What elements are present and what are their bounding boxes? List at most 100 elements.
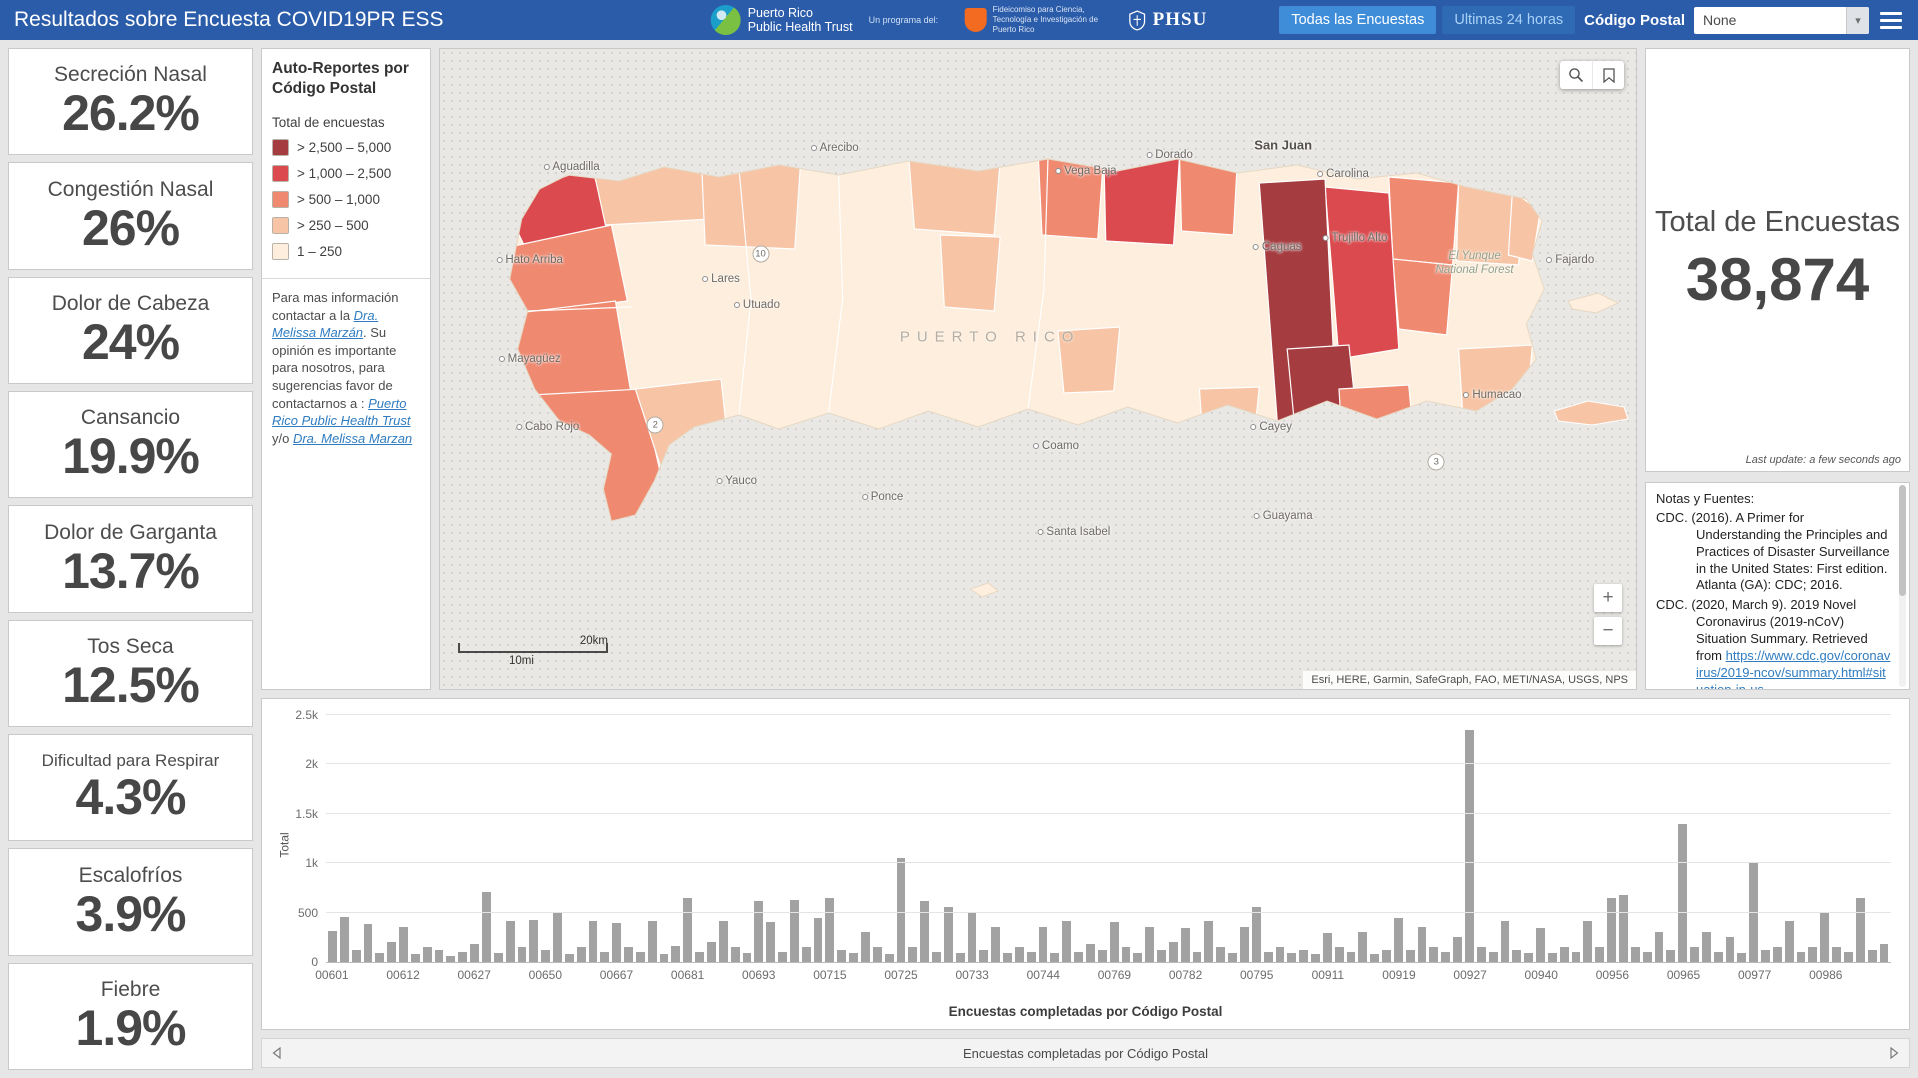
chevron-left-icon[interactable] [272,1047,281,1059]
chart-bar[interactable] [1418,927,1427,962]
chart-bar[interactable] [1453,937,1462,962]
chart-bar[interactable] [1240,927,1249,962]
hamburger-menu-icon[interactable] [1878,10,1904,31]
chart-bar[interactable] [1122,947,1131,962]
chart-bar[interactable] [506,921,515,962]
chart-bar[interactable] [518,947,527,962]
chart-bar[interactable] [1465,730,1474,962]
postal-code-select[interactable]: None ▾ [1694,7,1869,34]
chart-bar[interactable] [1714,952,1723,962]
chart-bar[interactable] [328,931,337,962]
chart-bar[interactable] [577,947,586,962]
chart-bar[interactable] [707,942,716,962]
chart-bar[interactable] [683,898,692,962]
chart-bar[interactable] [1607,898,1616,962]
chart-bar[interactable] [1394,918,1403,962]
chart-bar[interactable] [375,953,384,962]
chart-bar[interactable] [1512,950,1521,962]
chart-bar[interactable] [814,918,823,962]
chart-bar[interactable] [541,950,550,962]
chart-bar[interactable] [1086,944,1095,962]
chart-bar[interactable] [1489,952,1498,962]
chart-bar[interactable] [1323,933,1332,962]
chart-bar[interactable] [1820,913,1829,962]
chart-bar[interactable] [991,927,1000,962]
chart-bar[interactable] [1441,952,1450,962]
chart-bar[interactable] [1690,947,1699,962]
chart-bar[interactable] [1773,947,1782,962]
chart-bar[interactable] [825,898,834,962]
chart-bar[interactable] [1264,952,1273,962]
notes-scrollbar-thumb[interactable] [1899,485,1906,596]
chart-bar[interactable] [1726,937,1735,962]
chart-bar[interactable] [1524,953,1533,962]
chart-bar[interactable] [648,921,657,962]
chart-bar[interactable] [352,950,361,962]
chart-bar[interactable] [1501,921,1510,962]
chart-bar[interactable] [1133,953,1142,962]
chart-bar[interactable] [1299,950,1308,962]
chart-bar[interactable] [1548,953,1557,962]
chart-bar[interactable] [529,920,538,962]
chart-bar[interactable] [624,947,633,962]
chart-bar[interactable] [743,953,752,962]
chart-bar[interactable] [790,900,799,962]
chart-bar[interactable] [1702,932,1711,962]
chart-bar[interactable] [1797,952,1806,962]
chart-bar[interactable] [1358,932,1367,962]
chart-bar[interactable] [1536,928,1545,962]
filter-button-1[interactable]: Ultimas 24 horas [1442,6,1575,34]
chart-bar[interactable] [1157,950,1166,962]
chart-bar[interactable] [1761,950,1770,962]
chart-bar[interactable] [1808,947,1817,962]
chart-bar[interactable] [1074,952,1083,962]
chart-bar[interactable] [458,952,467,962]
chart-bar[interactable] [908,947,917,962]
chart-bar[interactable] [754,901,763,962]
chart-bar[interactable] [399,927,408,962]
chart-bar[interactable] [671,946,680,962]
bookmark-icon[interactable] [1592,61,1624,89]
chart-bar[interactable] [612,923,621,962]
chart-bar[interactable] [1844,952,1853,962]
chart-bar[interactable] [968,913,977,962]
chart-bar[interactable] [1382,950,1391,962]
chart-bar[interactable] [1039,927,1048,962]
chart-bar[interactable] [1477,947,1486,962]
chart-bar[interactable] [837,950,846,962]
chart-bar[interactable] [1655,932,1664,962]
chart-bar[interactable] [1406,950,1415,962]
chart-bar[interactable] [802,947,811,962]
chart-bar[interactable] [1015,947,1024,962]
chart-bar[interactable] [1276,947,1285,962]
zoom-out-button[interactable]: − [1594,617,1622,645]
chart-bar[interactable] [1145,927,1154,962]
chart-bar[interactable] [1619,895,1628,962]
chart-bar[interactable] [920,901,929,962]
chart-bar[interactable] [849,953,858,962]
chart-bar[interactable] [1216,947,1225,962]
chart-bar[interactable] [1287,953,1296,962]
chart-bar[interactable] [1832,947,1841,962]
chart-bar[interactable] [1666,950,1675,962]
chart-bar[interactable] [1098,950,1107,962]
chart-bar[interactable] [1003,953,1012,962]
chart-bar[interactable] [553,913,562,962]
chart-bar[interactable] [944,907,953,962]
chart-bar[interactable] [364,924,373,962]
chart-bar[interactable] [470,944,479,962]
chart-bar[interactable] [660,954,669,962]
chart-bar[interactable] [1572,952,1581,962]
chart-bar[interactable] [1027,952,1036,962]
chart-bar[interactable] [956,953,965,962]
chart-bar[interactable] [979,950,988,962]
chart-bar[interactable] [1169,942,1178,962]
chart-bar[interactable] [1595,947,1604,962]
chart-bar[interactable] [861,932,870,962]
chart-bar[interactable] [1880,944,1889,962]
chart-bar[interactable] [411,954,420,962]
chart-bar[interactable] [600,952,609,962]
chart-bar[interactable] [589,921,598,962]
chart-bar[interactable] [340,917,349,962]
chart-bar[interactable] [1643,952,1652,962]
